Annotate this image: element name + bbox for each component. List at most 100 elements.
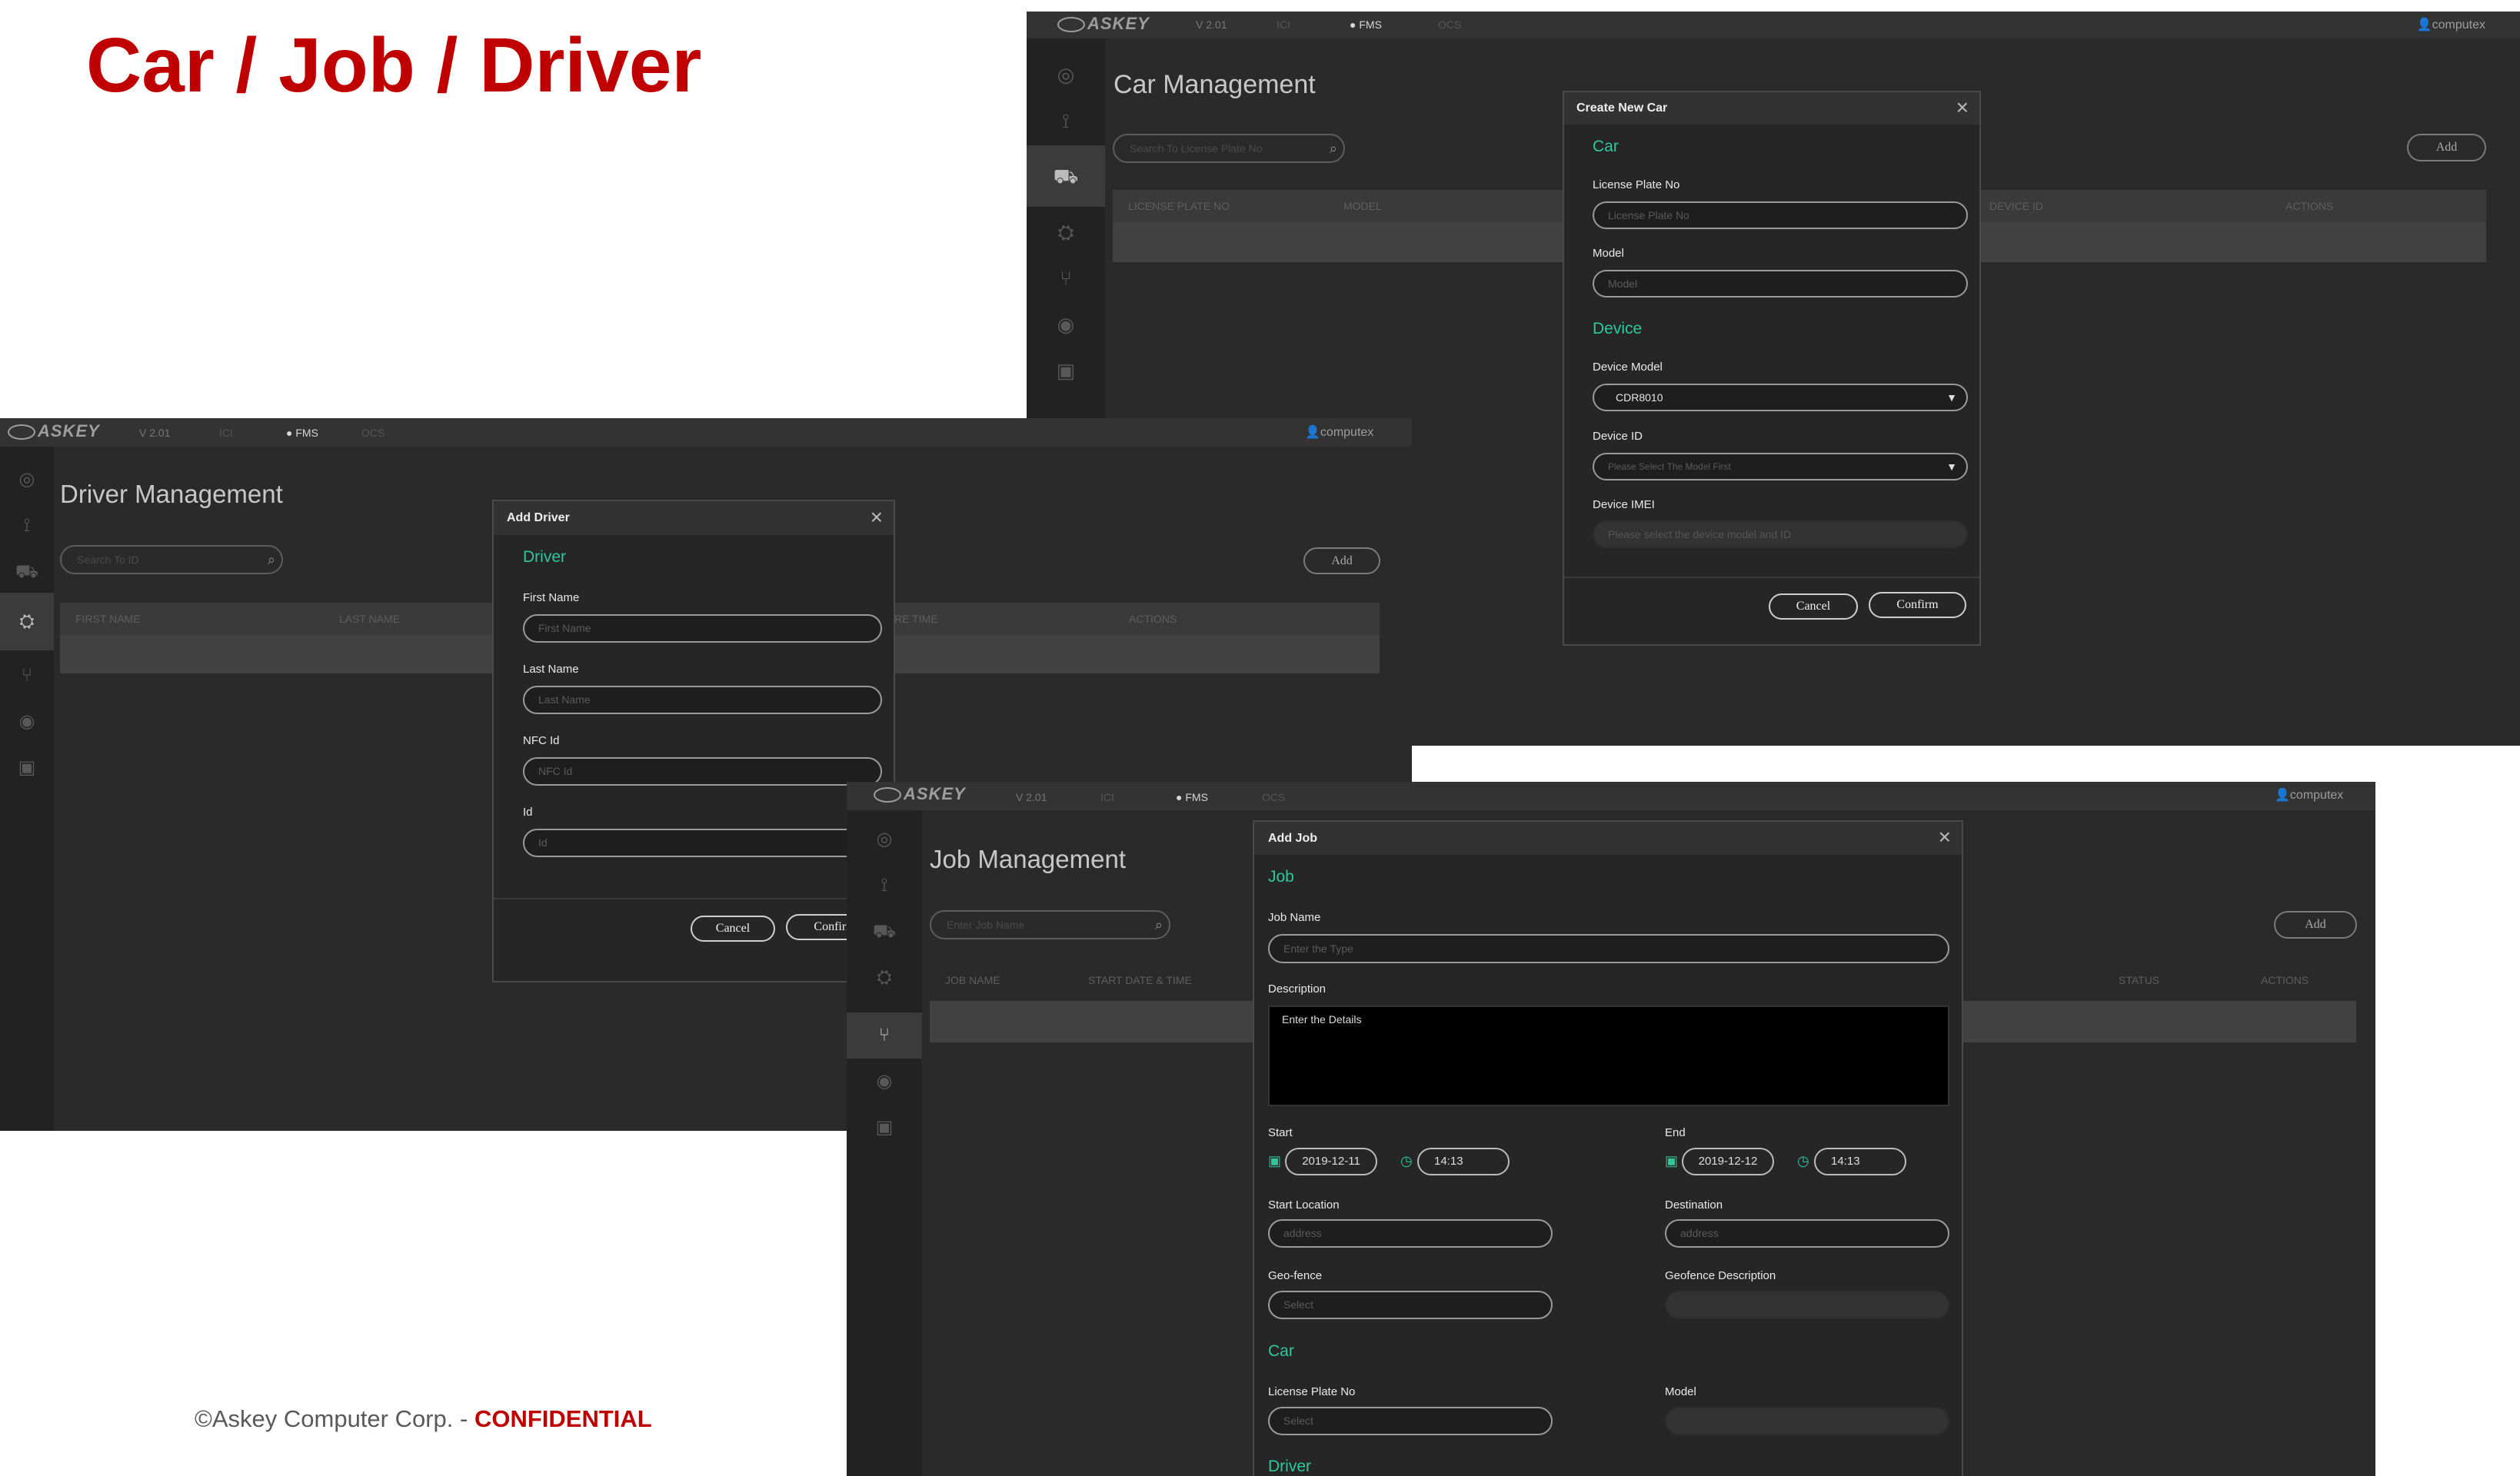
- search-icon: ⌕: [1154, 917, 1163, 932]
- job-icon[interactable]: ⑂: [847, 1012, 922, 1059]
- car-icon[interactable]: ⛟: [1027, 145, 1105, 207]
- label-job-name: Job Name: [1268, 911, 1321, 924]
- start-location-input[interactable]: address: [1268, 1219, 1553, 1248]
- tab-ocs[interactable]: OCS: [361, 427, 384, 439]
- nfc-id-input[interactable]: NFC Id: [523, 757, 882, 786]
- label-geofence-description: Geofence Description: [1665, 1269, 1776, 1282]
- askey-logo: ASKEY: [1057, 14, 1150, 34]
- search-icon: ⌕: [1329, 141, 1337, 156]
- id-input[interactable]: Id: [523, 829, 882, 857]
- close-icon[interactable]: ×: [1956, 95, 1969, 120]
- add-button[interactable]: Add: [2407, 134, 2486, 161]
- eye-icon[interactable]: ◉: [0, 700, 54, 743]
- add-button[interactable]: Add: [2274, 911, 2357, 939]
- page-title: Job Management: [930, 845, 1126, 873]
- route-icon[interactable]: ⟟: [1027, 100, 1105, 142]
- calendar-icon[interactable]: ▣: [0, 746, 54, 789]
- last-name-input[interactable]: Last Name: [523, 686, 882, 714]
- tab-fms[interactable]: ● FMS: [1350, 18, 1382, 31]
- label-start-location: Start Location: [1268, 1198, 1340, 1212]
- model-input[interactable]: Model: [1593, 270, 1968, 298]
- section-driver: Driver: [1268, 1458, 1311, 1475]
- calendar-icon[interactable]: ▣: [1027, 350, 1105, 392]
- modal-footer: [494, 898, 894, 984]
- modal-header: Create New Car ×: [1564, 92, 1979, 125]
- tab-fms[interactable]: ● FMS: [286, 427, 318, 439]
- eye-icon[interactable]: ◉: [1027, 304, 1105, 346]
- start-time-input[interactable]: 14:13: [1417, 1148, 1510, 1175]
- search-input[interactable]: Search To ID ⌕: [60, 545, 283, 574]
- section-device: Device: [1593, 320, 1643, 337]
- route-icon[interactable]: ⟟: [0, 504, 54, 547]
- job-name-input[interactable]: Enter the Type: [1268, 934, 1949, 963]
- search-input[interactable]: Enter Job Name ⌕: [930, 910, 1170, 939]
- label-device-imei: Device IMEI: [1593, 498, 1655, 511]
- cancel-button[interactable]: Cancel: [691, 916, 775, 942]
- tab-ici[interactable]: ICI: [219, 427, 233, 439]
- label-plate: License Plate No: [1268, 1385, 1356, 1398]
- version-label: V 2.01: [139, 427, 171, 439]
- col-first-name: FIRST NAME: [75, 613, 141, 625]
- col-model: MODEL: [1343, 200, 1382, 212]
- col-actions: ACTIONS: [2261, 974, 2309, 986]
- askey-logo: ASKEY: [8, 421, 100, 441]
- eye-icon[interactable]: ◉: [847, 1060, 922, 1102]
- version-label: V 2.01: [1196, 18, 1227, 31]
- user-menu[interactable]: 👤computex: [2417, 17, 2485, 32]
- calendar-icon[interactable]: ▣: [847, 1106, 922, 1149]
- job-icon[interactable]: ⑂: [0, 654, 54, 696]
- search-input[interactable]: Search To License Plate No ⌕: [1113, 134, 1345, 163]
- device-id-select[interactable]: Please Select The Model First ▼: [1593, 453, 1968, 480]
- tab-ici[interactable]: ICI: [1277, 18, 1290, 31]
- car-icon[interactable]: ⛟: [847, 910, 922, 952]
- route-icon[interactable]: ⟟: [847, 864, 922, 906]
- section-driver: Driver: [523, 548, 566, 566]
- top-bar: ASKEY V 2.01 ICI ● FMS OCS 👤computex: [847, 782, 2375, 810]
- driver-icon[interactable]: ⛭: [0, 593, 54, 650]
- calendar-icon: ▣: [1268, 1153, 1282, 1168]
- col-device-id: DEVICE ID: [1989, 200, 2044, 212]
- device-model-select[interactable]: CDR8010 ▼: [1593, 384, 1968, 411]
- user-menu[interactable]: 👤computex: [2275, 787, 2343, 803]
- end-time-input[interactable]: 14:13: [1814, 1148, 1906, 1175]
- askey-logo: ASKEY: [874, 784, 966, 804]
- end-date-input[interactable]: 2019-12-12: [1682, 1148, 1774, 1175]
- user-menu[interactable]: 👤computex: [1305, 424, 1373, 440]
- modal-title: Add Job: [1268, 832, 1317, 845]
- page-title: Driver Management: [60, 480, 283, 508]
- start-date-input[interactable]: 2019-12-11: [1285, 1148, 1377, 1175]
- driver-icon[interactable]: ⛭: [847, 956, 922, 999]
- add-button[interactable]: Add: [1303, 547, 1380, 574]
- geo-fence-select[interactable]: Select: [1268, 1291, 1553, 1319]
- label-last-name: Last Name: [523, 663, 579, 676]
- tab-ocs[interactable]: OCS: [1438, 18, 1461, 31]
- label-end: End: [1665, 1126, 1686, 1139]
- close-icon[interactable]: ×: [871, 505, 883, 530]
- tab-ici[interactable]: ICI: [1100, 791, 1114, 803]
- description-textarea[interactable]: Enter the Details: [1268, 1006, 1949, 1106]
- car-icon[interactable]: ⛟: [0, 550, 54, 593]
- label-description: Description: [1268, 982, 1327, 996]
- label-device-model: Device Model: [1593, 361, 1663, 374]
- driver-icon[interactable]: ⛭: [1027, 211, 1105, 254]
- section-car: Car: [1593, 138, 1619, 155]
- add-driver-modal: Add Driver × Driver First Name First Nam…: [492, 500, 895, 982]
- cancel-button[interactable]: Cancel: [1769, 593, 1858, 620]
- plate-select[interactable]: Select: [1268, 1407, 1553, 1435]
- create-car-modal: Create New Car × Car License Plate No Li…: [1563, 91, 1981, 646]
- col-last-name: LAST NAME: [339, 613, 401, 625]
- tab-ocs[interactable]: OCS: [1262, 791, 1285, 803]
- gauge-icon[interactable]: ◎: [0, 458, 54, 500]
- job-icon[interactable]: ⑂: [1027, 258, 1105, 300]
- close-icon[interactable]: ×: [1939, 825, 1951, 849]
- calendar-icon: ▣: [1665, 1153, 1679, 1168]
- gauge-icon[interactable]: ◎: [1027, 54, 1105, 96]
- confirm-button[interactable]: Confirm: [1869, 592, 1966, 618]
- tab-fms[interactable]: ● FMS: [1176, 791, 1208, 803]
- geofence-description-input: [1665, 1291, 1949, 1319]
- label-plate: License Plate No: [1593, 178, 1680, 191]
- gauge-icon[interactable]: ◎: [847, 818, 922, 860]
- plate-input[interactable]: License Plate No: [1593, 201, 1968, 229]
- first-name-input[interactable]: First Name: [523, 614, 882, 643]
- destination-input[interactable]: address: [1665, 1219, 1949, 1248]
